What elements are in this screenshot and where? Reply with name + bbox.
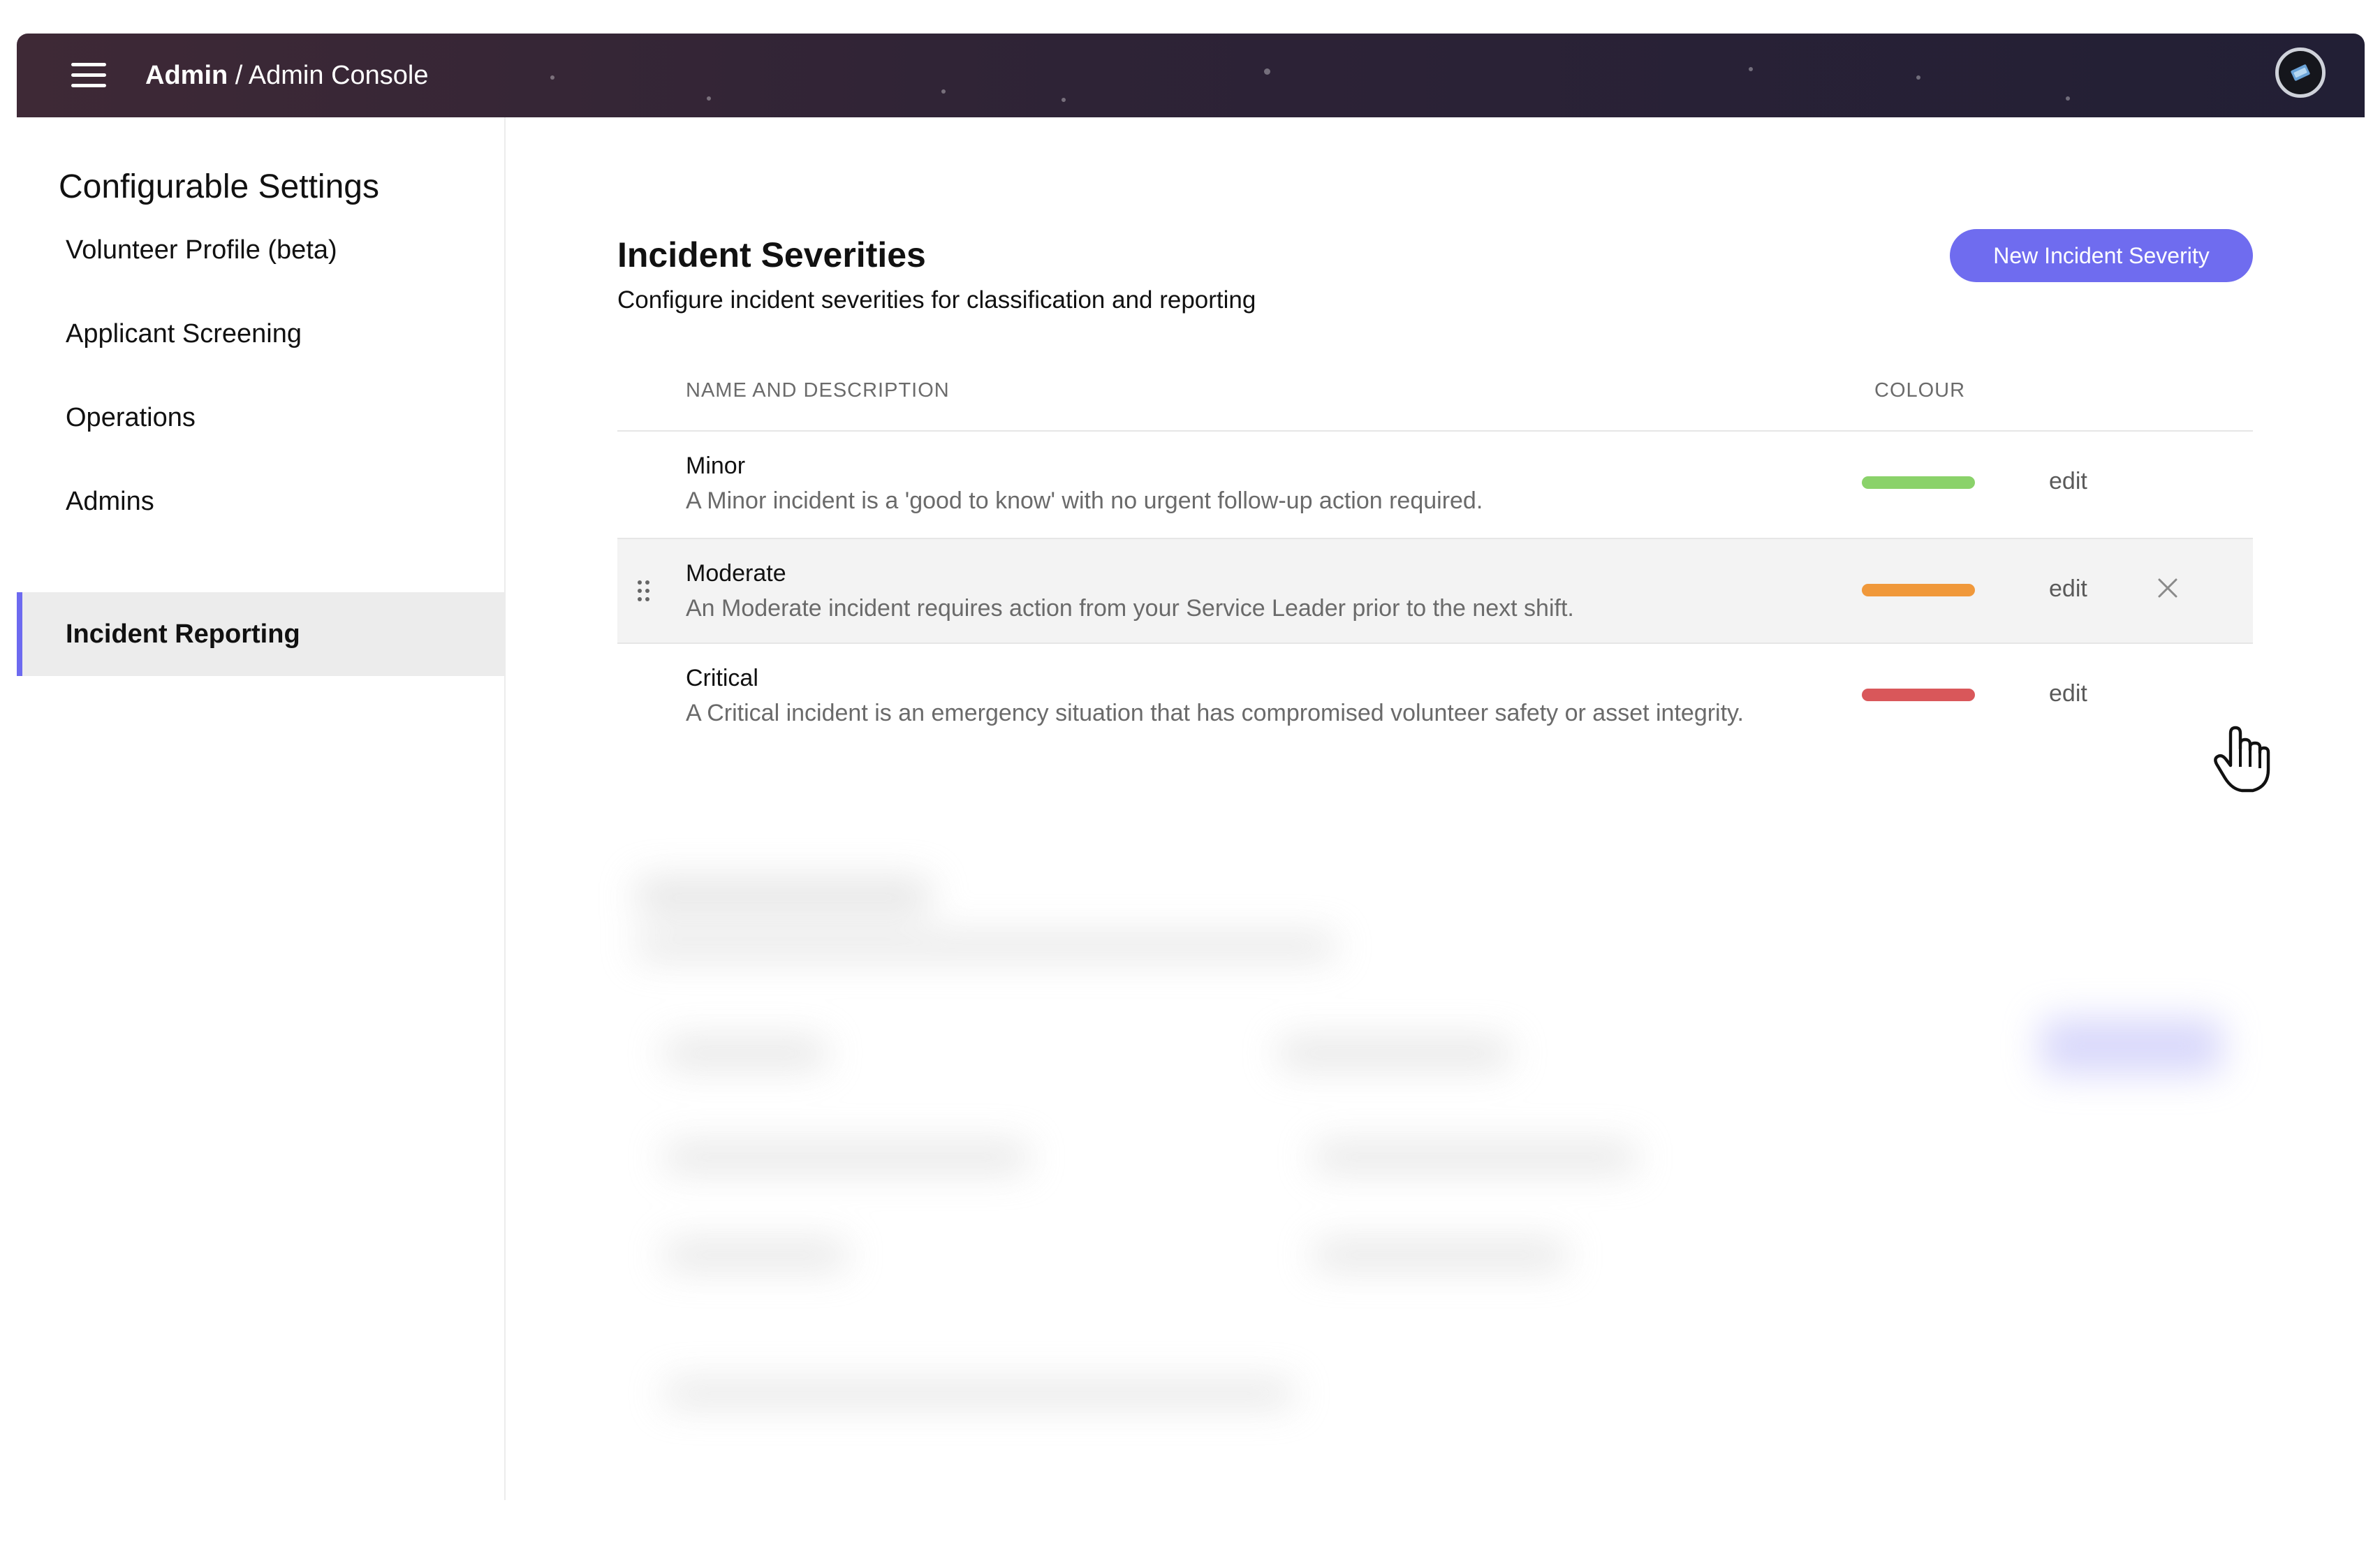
- column-header-colour: COLOUR: [1874, 379, 1966, 402]
- row-name: Critical: [686, 665, 758, 691]
- edit-link[interactable]: edit: [2049, 680, 2087, 707]
- sidebar-item-incident-reporting[interactable]: Incident Reporting: [17, 592, 504, 676]
- edit-link[interactable]: edit: [2049, 575, 2087, 603]
- sidebar-item-volunteer-profile[interactable]: Volunteer Profile (beta): [17, 208, 504, 292]
- top-app-bar: Admin / Admin Console: [17, 34, 2365, 117]
- settings-sidebar: Configurable Settings Volunteer Profile …: [17, 117, 506, 1500]
- breadcrumb: Admin / Admin Console: [145, 59, 428, 92]
- new-incident-severity-button[interactable]: New Incident Severity: [1950, 229, 2253, 282]
- row-description: A Minor incident is a 'good to know' wit…: [686, 487, 1483, 514]
- breadcrumb-current: Admin Console: [248, 61, 429, 90]
- main-content: Incident Severities Configure incident s…: [504, 117, 2365, 1500]
- menu-icon[interactable]: [71, 63, 106, 88]
- colour-swatch: [1862, 584, 1975, 596]
- table-row-critical[interactable]: Critical A Critical incident is an emerg…: [617, 644, 2253, 750]
- row-description: An Moderate incident requires action fro…: [686, 595, 1574, 622]
- row-description: A Critical incident is an emergency situ…: [686, 700, 1744, 726]
- page-title: Incident Severities: [617, 235, 926, 274]
- drag-handle-icon[interactable]: [636, 578, 652, 603]
- sidebar-item-operations[interactable]: Operations: [17, 376, 504, 460]
- avatar-icon[interactable]: [2275, 47, 2326, 98]
- colour-swatch: [1862, 476, 1975, 489]
- sidebar-item-applicant-screening[interactable]: Applicant Screening: [17, 292, 504, 376]
- blurred-background-section: [609, 851, 2285, 1549]
- table-row-minor[interactable]: Minor A Minor incident is a 'good to kno…: [617, 432, 2253, 538]
- breadcrumb-separator: /: [228, 61, 249, 90]
- breadcrumb-root[interactable]: Admin: [145, 61, 228, 90]
- row-name: Minor: [686, 453, 746, 479]
- page-subtitle: Configure incident severities for classi…: [617, 286, 1256, 314]
- row-name: Moderate: [686, 560, 786, 587]
- hand-cursor-icon: [2214, 726, 2270, 793]
- sidebar-title: Configurable Settings: [59, 168, 379, 205]
- column-header-name: NAME AND DESCRIPTION: [686, 379, 950, 402]
- close-icon[interactable]: [2154, 574, 2182, 602]
- sidebar-item-admins[interactable]: Admins: [17, 460, 504, 543]
- colour-swatch: [1862, 689, 1975, 701]
- edit-link[interactable]: edit: [2049, 468, 2087, 495]
- table-row-moderate[interactable]: Moderate An Moderate incident requires a…: [617, 538, 2253, 644]
